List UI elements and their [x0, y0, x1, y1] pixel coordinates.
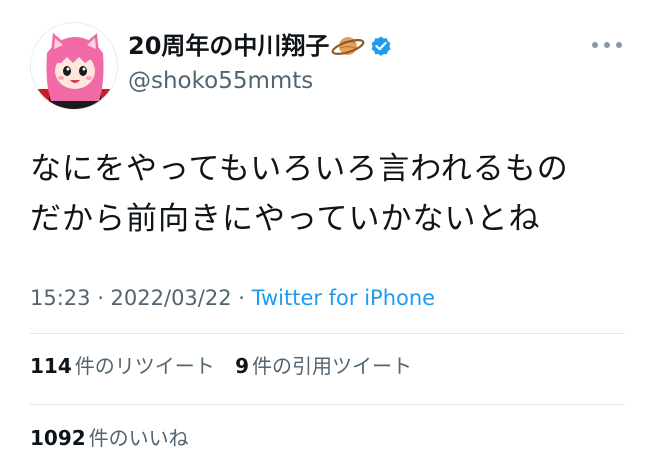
engagement-stats-row: 114 件のリツイート 9 件の引用ツイート [30, 352, 412, 380]
divider [30, 404, 625, 405]
quote-tweets-stat[interactable]: 9 件の引用ツイート [235, 352, 412, 380]
retweets-stat[interactable]: 114 件のリツイート [30, 352, 215, 380]
avatar[interactable] [30, 22, 118, 110]
likes-count: 1092 [30, 426, 86, 450]
tweet-metadata: 15:23 · 2022/03/22 · Twitter for iPhone [30, 283, 435, 313]
quote-tweets-count: 9 [235, 354, 250, 378]
more-dot [592, 42, 598, 48]
user-handle[interactable]: @shoko55mmts [128, 66, 313, 96]
tweet-text-line: だから前向きにやっていかないとね [30, 201, 541, 237]
likes-label: 件のいいね [88, 426, 189, 450]
saturn-ringed-planet-icon [332, 37, 365, 55]
more-options-icon[interactable] [592, 35, 622, 55]
tweet-source-link[interactable]: Twitter for iPhone [252, 286, 436, 310]
tweet-text-line: なにをやってもいろいろ言われるもの [30, 151, 569, 187]
tweet-text: なにをやってもいろいろ言われるもの だから前向きにやっていかないとね [30, 144, 630, 244]
more-dot [604, 42, 610, 48]
likes-stat[interactable]: 1092 件のいいね [30, 424, 189, 452]
divider [30, 333, 625, 334]
retweets-label: 件のリツイート [74, 354, 215, 378]
quote-tweets-label: 件の引用ツイート [252, 354, 413, 378]
display-name-text[interactable]: 20周年の中川翔子 [128, 31, 329, 61]
display-name[interactable]: 20周年の中川翔子 [128, 31, 393, 61]
more-dot [616, 42, 622, 48]
tweet-timestamp[interactable]: 15:23 · 2022/03/22 · [30, 286, 252, 310]
likes-stats-row: 1092 件のいいね [30, 424, 189, 452]
retweets-count: 114 [30, 354, 72, 378]
verified-badge-icon [372, 36, 391, 56]
